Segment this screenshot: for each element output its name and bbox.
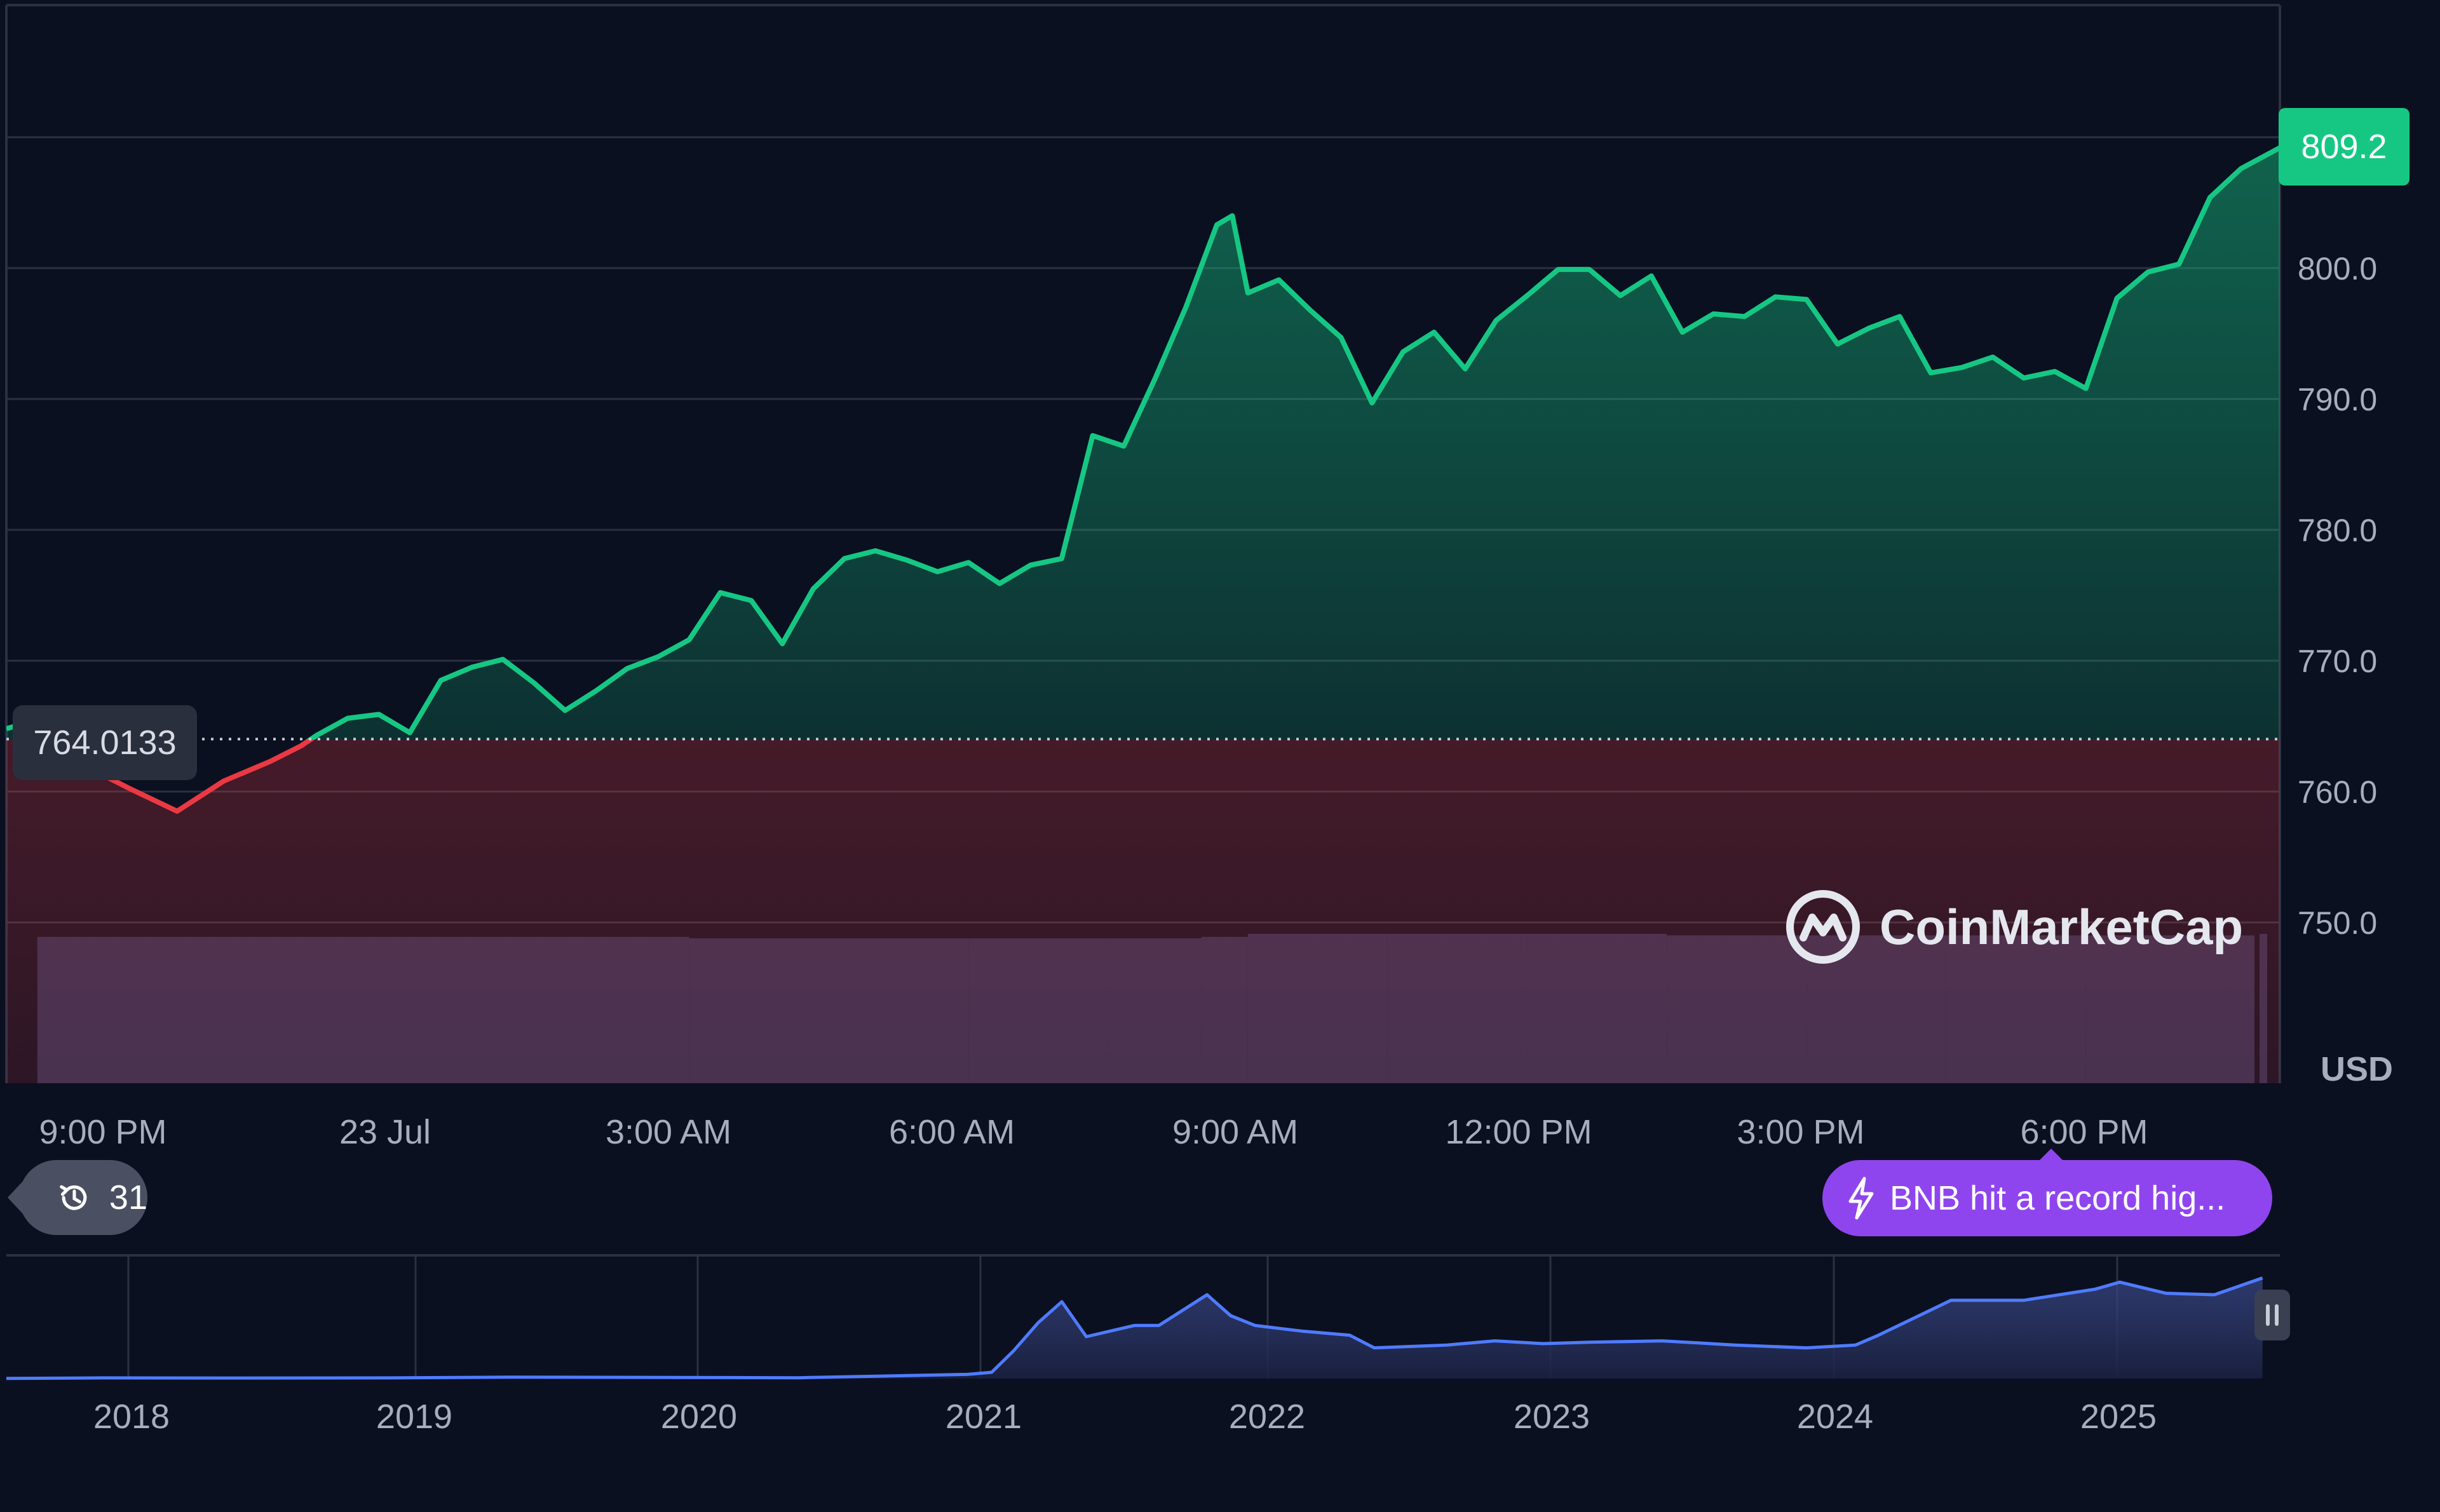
news-text: BNB hit a record hig... xyxy=(1890,1179,2226,1217)
x-tick-label: 23 Jul xyxy=(339,1113,431,1151)
currency-label: USD xyxy=(2321,1050,2394,1088)
navigator-tick-label: 2022 xyxy=(1229,1398,1305,1436)
y-tick-label: 790.0 xyxy=(2298,382,2377,417)
navigator-tick-label: 2025 xyxy=(2080,1398,2157,1436)
x-axis: 9:00 PM 23 Jul 3:00 AM 6:00 AM 9:00 AM 12:00 … xyxy=(39,1113,2148,1151)
navigator-tick-label: 2018 xyxy=(93,1398,170,1436)
coinmarketcap-logo xyxy=(1786,890,1860,964)
last-price-badge: 809.2 xyxy=(2279,108,2410,186)
history-button[interactable]: 31 xyxy=(19,1160,147,1235)
lightning-icon xyxy=(1848,1177,1874,1220)
navigator-x-axis: 2018 2019 2020 2021 2022 2023 2024 2025 xyxy=(93,1398,2157,1436)
news-pill[interactable]: BNB hit a record hig... xyxy=(1822,1160,2272,1236)
x-tick-label: 9:00 AM xyxy=(1172,1113,1298,1151)
x-tick-label: 9:00 PM xyxy=(39,1113,166,1151)
navigator-tick-label: 2019 xyxy=(376,1398,452,1436)
pause-handle-icon xyxy=(2266,1304,2270,1326)
y-tick-label: 770.0 xyxy=(2298,644,2377,679)
y-tick-label: 780.0 xyxy=(2298,513,2377,548)
navigator-tick-label: 2020 xyxy=(661,1398,737,1436)
y-axis: 800.0 790.0 780.0 770.0 760.0 750.0 xyxy=(2298,251,2377,941)
x-tick-label: 3:00 PM xyxy=(1737,1113,1864,1151)
x-tick-label: 12:00 PM xyxy=(1445,1113,1592,1151)
history-count: 31 xyxy=(109,1178,147,1217)
price-chart[interactable]: 800.0 790.0 780.0 770.0 760.0 750.0 9:00 PM 23… xyxy=(0,0,2440,1512)
reference-price-badge: 764.0133 xyxy=(13,705,197,780)
navigator-tick-label: 2023 xyxy=(1514,1398,1590,1436)
y-tick-label: 800.0 xyxy=(2298,251,2377,287)
y-tick-label: 760.0 xyxy=(2298,774,2377,810)
navigator-tick-label: 2024 xyxy=(1797,1398,1873,1436)
navigator-tick-label: 2021 xyxy=(946,1398,1022,1436)
navigator-handle[interactable] xyxy=(2254,1290,2290,1340)
navigator-area xyxy=(6,1278,2263,1379)
pause-handle-icon-bar xyxy=(2275,1304,2279,1326)
x-tick-label: 6:00 PM xyxy=(2020,1113,2148,1151)
navigator-chart[interactable] xyxy=(6,1255,2263,1380)
x-tick-label: 6:00 AM xyxy=(889,1113,1015,1151)
y-tick-label: 750.0 xyxy=(2298,905,2377,941)
watermark-text: CoinMarketCap xyxy=(1880,898,2244,955)
chart-canvas[interactable]: 800.0 790.0 780.0 770.0 760.0 750.0 9:00 PM 23… xyxy=(0,0,2440,1512)
history-icon xyxy=(60,1185,87,1210)
x-tick-label: 3:00 AM xyxy=(606,1113,731,1151)
watermark: CoinMarketCap xyxy=(1784,888,2243,966)
